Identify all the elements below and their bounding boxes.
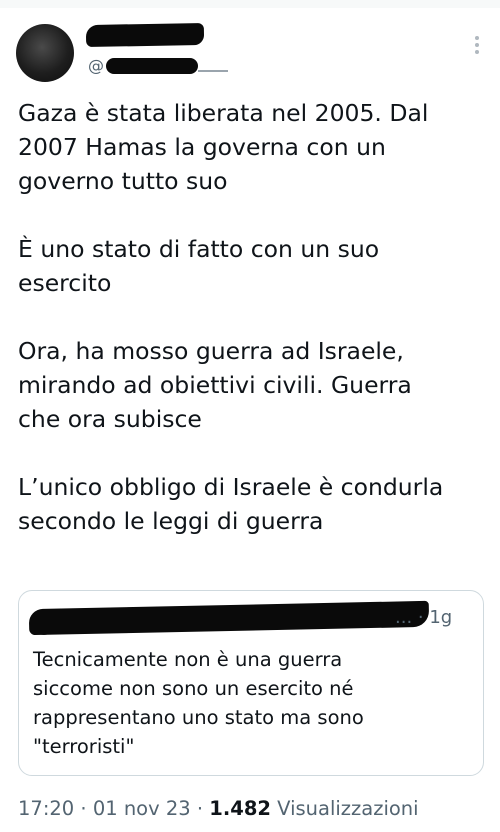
tweet-time[interactable]: 17:20 xyxy=(18,797,74,820)
tweet-paragraph: Gaza è stata liberata nel 2005. Dal 2007… xyxy=(18,99,429,195)
avatar[interactable] xyxy=(16,24,74,82)
top-divider xyxy=(0,0,500,8)
views-count: 1.482 xyxy=(209,797,271,820)
handle-underline xyxy=(198,70,228,72)
author-name-redacted[interactable] xyxy=(85,22,205,48)
tweet-paragraph: L’unico obbligo di Israele è condurla se… xyxy=(18,473,444,535)
quote-timestamp: ... · 1g xyxy=(395,607,453,628)
views-label[interactable]: Visualizzazioni xyxy=(271,797,418,820)
quote-text: Tecnicamente non è una guerra siccome no… xyxy=(33,648,364,758)
more-vertical-icon[interactable] xyxy=(472,36,482,58)
tweet-footer: 17:20 · 01 nov 23 · 1.482 Visualizzazion… xyxy=(18,797,419,820)
separator: · xyxy=(190,797,210,820)
tweet-paragraph: Ora, ha mosso guerra ad Israele, mirando… xyxy=(18,337,412,433)
tweet-header: @ xyxy=(16,22,486,84)
handle-prefix: @ xyxy=(88,56,104,75)
quote-author-redacted xyxy=(28,600,430,636)
handle-redacted xyxy=(106,58,198,74)
quoted-tweet[interactable]: ... · 1g Tecnicamente non è una guerra s… xyxy=(18,590,484,776)
tweet-paragraph: È uno stato di fatto con un suo esercito xyxy=(18,235,380,297)
tweet-date[interactable]: 01 nov 23 xyxy=(93,797,191,820)
tweet-body: Gaza è stata liberata nel 2005. Dal 2007… xyxy=(18,96,488,572)
separator: · xyxy=(74,797,93,820)
